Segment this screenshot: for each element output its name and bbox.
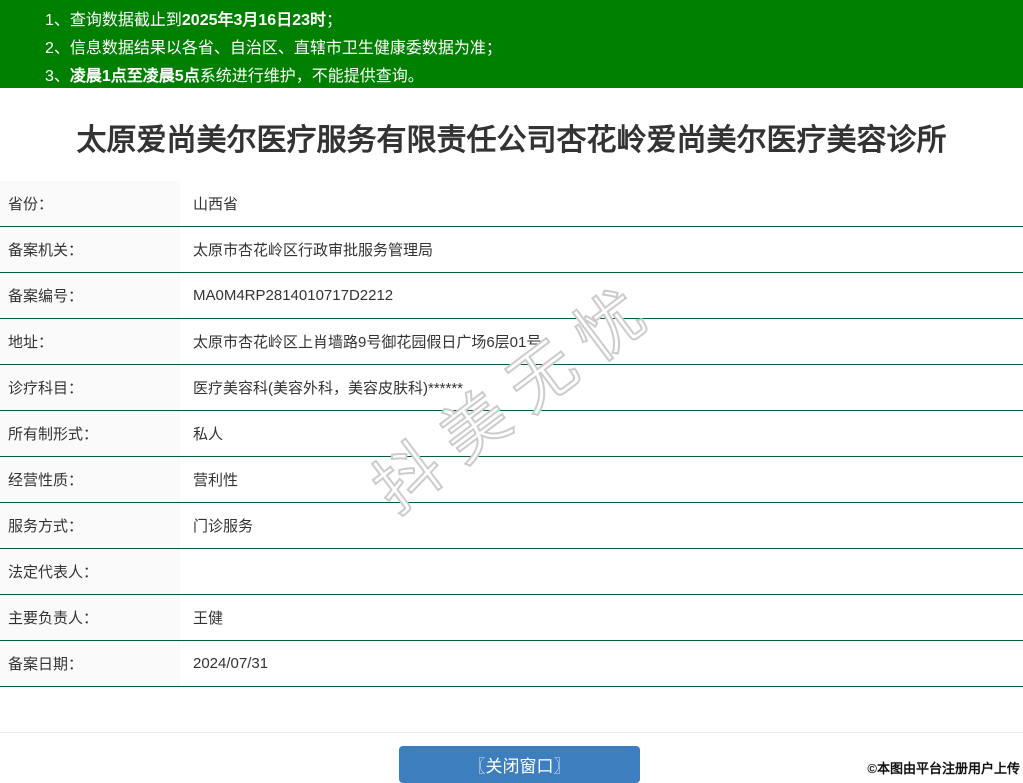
row-value: 太原市杏花岭区行政审批服务管理局	[193, 242, 434, 260]
row-label: 诊疗科目：	[0, 365, 180, 411]
row-value	[180, 549, 1023, 594]
row-value: 门诊服务	[193, 518, 254, 536]
notice-line-1-text: 1、查询数据截止到	[45, 12, 182, 29]
table-row-medical-subjects: 诊疗科目： 医疗美容科(美容外科，美容皮肤科)******	[0, 365, 1023, 412]
table-row-province: 省份： 山西省	[0, 181, 1023, 228]
row-label: 主要负责人：	[0, 595, 180, 641]
table-row-operating-nature: 经营性质： 营利性	[0, 457, 1023, 504]
info-table: 省份： 山西省 备案机关： 太原市杏花岭区行政审批服务管理局 备案编号： MA0…	[0, 181, 1023, 688]
notice-line-2-text: 2、信息数据结果以各省、自治区、直辖市卫生健康委数据为准；	[45, 40, 502, 57]
row-value: 太原市杏花岭区上肖墙路9号御花园假日广场6层01号	[193, 334, 542, 352]
row-label: 法定代表人：	[0, 549, 180, 595]
notice-line-3-bold: 凌晨1点至凌晨5点	[69, 68, 200, 85]
notice-line-3: 3、凌晨1点至凌晨5点系统进行维护，不能提供查询。	[45, 63, 1023, 91]
notice-line-1-suffix: ；	[326, 12, 343, 29]
row-label: 所有制形式：	[0, 411, 180, 457]
notice-line-3-suffix: 系统进行维护，不能提供查询。	[199, 68, 424, 85]
notice-line-3-text: 3、	[45, 68, 70, 85]
notice-line-2: 2、信息数据结果以各省、自治区、直辖市卫生健康委数据为准；	[45, 35, 1023, 63]
notice-line-1-bold: 2025年3月16日23时	[181, 12, 326, 29]
row-value: 营利性	[193, 472, 239, 490]
row-label: 备案编号：	[0, 273, 180, 319]
row-label: 备案日期：	[0, 641, 180, 687]
table-row-ownership-type: 所有制形式： 私人	[0, 411, 1023, 458]
row-value: 山西省	[193, 196, 239, 214]
table-row-filing-number: 备案编号： MA0M4RP2814010717D2212	[0, 273, 1023, 320]
table-row-address: 地址： 太原市杏花岭区上肖墙路9号御花园假日广场6层01号	[0, 319, 1023, 366]
table-row-legal-representative: 法定代表人：	[0, 549, 1023, 596]
bottom-divider	[0, 732, 1023, 734]
notice-bar: 1、查询数据截止到2025年3月16日23时； 2、信息数据结果以各省、自治区、…	[0, 0, 1023, 88]
row-value: 2024/07/31	[193, 655, 269, 673]
table-row-filing-authority: 备案机关： 太原市杏花岭区行政审批服务管理局	[0, 227, 1023, 274]
row-label: 服务方式：	[0, 503, 180, 549]
row-value: 医疗美容科(美容外科，美容皮肤科)******	[193, 380, 464, 398]
table-row-service-mode: 服务方式： 门诊服务	[0, 503, 1023, 550]
table-row-filing-date: 备案日期： 2024/07/31	[0, 641, 1023, 688]
row-label: 地址：	[0, 319, 180, 365]
row-value: 王健	[193, 610, 224, 628]
row-label: 省份：	[0, 181, 180, 227]
copyright-note: ©本图由平台注册用户上传	[867, 761, 1020, 776]
close-window-button[interactable]: 〖关闭窗口〗	[399, 746, 640, 783]
page-title: 太原爱尚美尔医疗服务有限责任公司杏花岭爱尚美尔医疗美容诊所	[76, 124, 947, 157]
row-value: MA0M4RP2814010717D2212	[193, 287, 394, 305]
row-label: 备案机关：	[0, 227, 180, 273]
table-row-person-in-charge: 主要负责人： 王健	[0, 595, 1023, 642]
row-label: 经营性质：	[0, 457, 180, 503]
notice-line-1: 1、查询数据截止到2025年3月16日23时；	[45, 7, 1023, 35]
row-value: 私人	[193, 426, 224, 444]
